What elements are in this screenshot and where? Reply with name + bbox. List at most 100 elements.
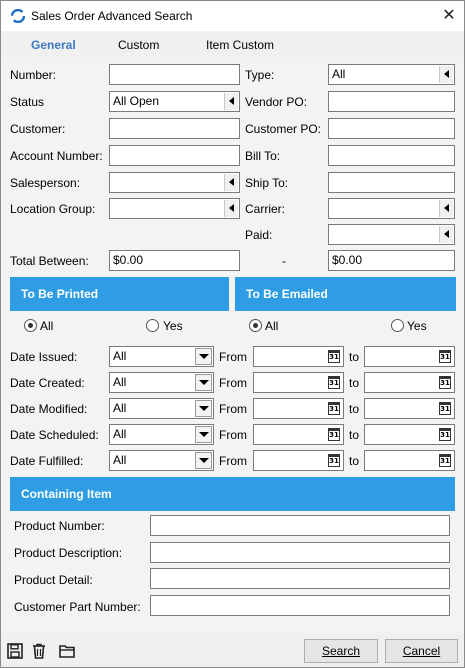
date-issued-from-input[interactable]: 31 — [253, 346, 344, 367]
chevron-down-icon[interactable] — [195, 374, 212, 391]
product-number-label: Product Number: — [14, 519, 105, 533]
date-issued-label: Date Issued: — [10, 350, 78, 364]
date-scheduled-select[interactable]: All — [109, 424, 214, 445]
delete-icon[interactable] — [30, 642, 48, 660]
customer-part-number-input[interactable] — [150, 595, 450, 616]
chevron-left-icon[interactable] — [224, 174, 238, 191]
account-number-input[interactable] — [109, 145, 240, 166]
tab-custom[interactable]: Custom — [118, 38, 159, 52]
location-group-select[interactable] — [109, 198, 240, 219]
vendor-po-label: Vendor PO: — [245, 95, 308, 109]
emailed-yes-label: Yes — [407, 319, 427, 333]
printed-all-radio[interactable] — [24, 319, 37, 332]
ship-to-input[interactable] — [328, 172, 455, 193]
chevron-left-icon[interactable] — [224, 200, 238, 217]
calendar-icon[interactable]: 31 — [439, 454, 451, 467]
customer-label: Customer: — [10, 122, 66, 136]
vendor-po-input[interactable] — [328, 91, 455, 112]
printed-yes-label: Yes — [163, 319, 183, 333]
account-number-label: Account Number: — [10, 149, 103, 163]
date-issued-to-input[interactable]: 31 — [364, 346, 455, 367]
cancel-button-label: Cancel — [402, 644, 441, 658]
total-from-input[interactable]: $0.00 — [109, 250, 240, 271]
date-created-to-input[interactable]: 31 — [364, 372, 455, 393]
product-number-input[interactable] — [150, 515, 450, 536]
date-created-from-label: From — [219, 376, 247, 390]
close-button[interactable]: ✕ — [437, 5, 461, 27]
dialog-footer: Search Cancel — [1, 632, 464, 667]
calendar-icon[interactable]: 31 — [328, 428, 340, 441]
carrier-select[interactable] — [328, 198, 455, 219]
tab-item-custom[interactable]: Item Custom — [206, 38, 274, 52]
chevron-left-icon[interactable] — [439, 200, 453, 217]
product-description-input[interactable] — [150, 542, 450, 563]
date-scheduled-from-input[interactable]: 31 — [253, 424, 344, 445]
calendar-icon[interactable]: 31 — [328, 454, 340, 467]
calendar-icon[interactable]: 31 — [439, 350, 451, 363]
date-modified-from-label: From — [219, 402, 247, 416]
emailed-yes-radio[interactable] — [391, 319, 404, 332]
chevron-down-icon[interactable] — [195, 348, 212, 365]
calendar-icon[interactable]: 31 — [439, 402, 451, 415]
containing-item-header: Containing Item — [10, 477, 455, 511]
date-modified-from-input[interactable]: 31 — [253, 398, 344, 419]
customer-part-number-label: Customer Part Number: — [14, 600, 141, 614]
date-scheduled-from-label: From — [219, 428, 247, 442]
close-icon: ✕ — [442, 7, 456, 24]
product-detail-input[interactable] — [150, 568, 450, 589]
number-input[interactable] — [109, 64, 240, 85]
emailed-all-radio[interactable] — [249, 319, 262, 332]
date-scheduled-to-label: to — [349, 428, 360, 442]
calendar-icon[interactable]: 31 — [328, 376, 340, 389]
date-issued-select[interactable]: All — [109, 346, 214, 367]
total-range-separator: - — [282, 254, 286, 268]
date-created-from-input[interactable]: 31 — [253, 372, 344, 393]
date-fulfilled-from-input[interactable]: 31 — [253, 450, 344, 471]
status-select[interactable]: All Open — [109, 91, 240, 112]
date-modified-select[interactable]: All — [109, 398, 214, 419]
chevron-down-icon[interactable] — [195, 400, 212, 417]
chevron-down-icon[interactable] — [195, 426, 212, 443]
save-icon[interactable] — [6, 642, 24, 660]
paid-select[interactable] — [328, 224, 455, 245]
chevron-left-icon[interactable] — [439, 66, 453, 83]
bill-to-input[interactable] — [328, 145, 455, 166]
search-button[interactable]: Search — [304, 639, 378, 663]
date-issued-to-label: to — [349, 350, 360, 364]
app-logo-icon — [11, 9, 25, 23]
date-created-label: Date Created: — [10, 376, 85, 390]
calendar-icon[interactable]: 31 — [328, 402, 340, 415]
open-folder-icon[interactable] — [58, 642, 76, 660]
date-fulfilled-to-label: to — [349, 454, 360, 468]
date-created-to-label: to — [349, 376, 360, 390]
chevron-left-icon[interactable] — [439, 226, 453, 243]
product-detail-label: Product Detail: — [14, 573, 93, 587]
customer-po-input[interactable] — [328, 118, 455, 139]
date-issued-value: All — [113, 349, 127, 363]
date-fulfilled-select[interactable]: All — [109, 450, 214, 471]
chevron-left-icon[interactable] — [224, 93, 238, 110]
title-bar: Sales Order Advanced Search ✕ — [1, 1, 464, 31]
product-description-label: Product Description: — [14, 546, 123, 560]
date-fulfilled-to-input[interactable]: 31 — [364, 450, 455, 471]
date-created-value: All — [113, 375, 127, 389]
window-title: Sales Order Advanced Search — [31, 9, 193, 23]
date-scheduled-to-input[interactable]: 31 — [364, 424, 455, 445]
chevron-down-icon[interactable] — [195, 452, 212, 469]
printed-yes-radio[interactable] — [146, 319, 159, 332]
date-modified-to-input[interactable]: 31 — [364, 398, 455, 419]
calendar-icon[interactable]: 31 — [439, 376, 451, 389]
type-select[interactable]: All — [328, 64, 455, 85]
to-be-printed-header: To Be Printed — [10, 277, 229, 311]
calendar-icon[interactable]: 31 — [328, 350, 340, 363]
customer-po-label: Customer PO: — [245, 122, 322, 136]
calendar-icon[interactable]: 31 — [439, 428, 451, 441]
cancel-button[interactable]: Cancel — [385, 639, 458, 663]
customer-input[interactable] — [109, 118, 240, 139]
tab-general[interactable]: General — [31, 38, 76, 52]
date-fulfilled-from-label: From — [219, 454, 247, 468]
total-to-input[interactable]: $0.00 — [328, 250, 455, 271]
status-value: All Open — [113, 94, 160, 108]
date-created-select[interactable]: All — [109, 372, 214, 393]
salesperson-select[interactable] — [109, 172, 240, 193]
